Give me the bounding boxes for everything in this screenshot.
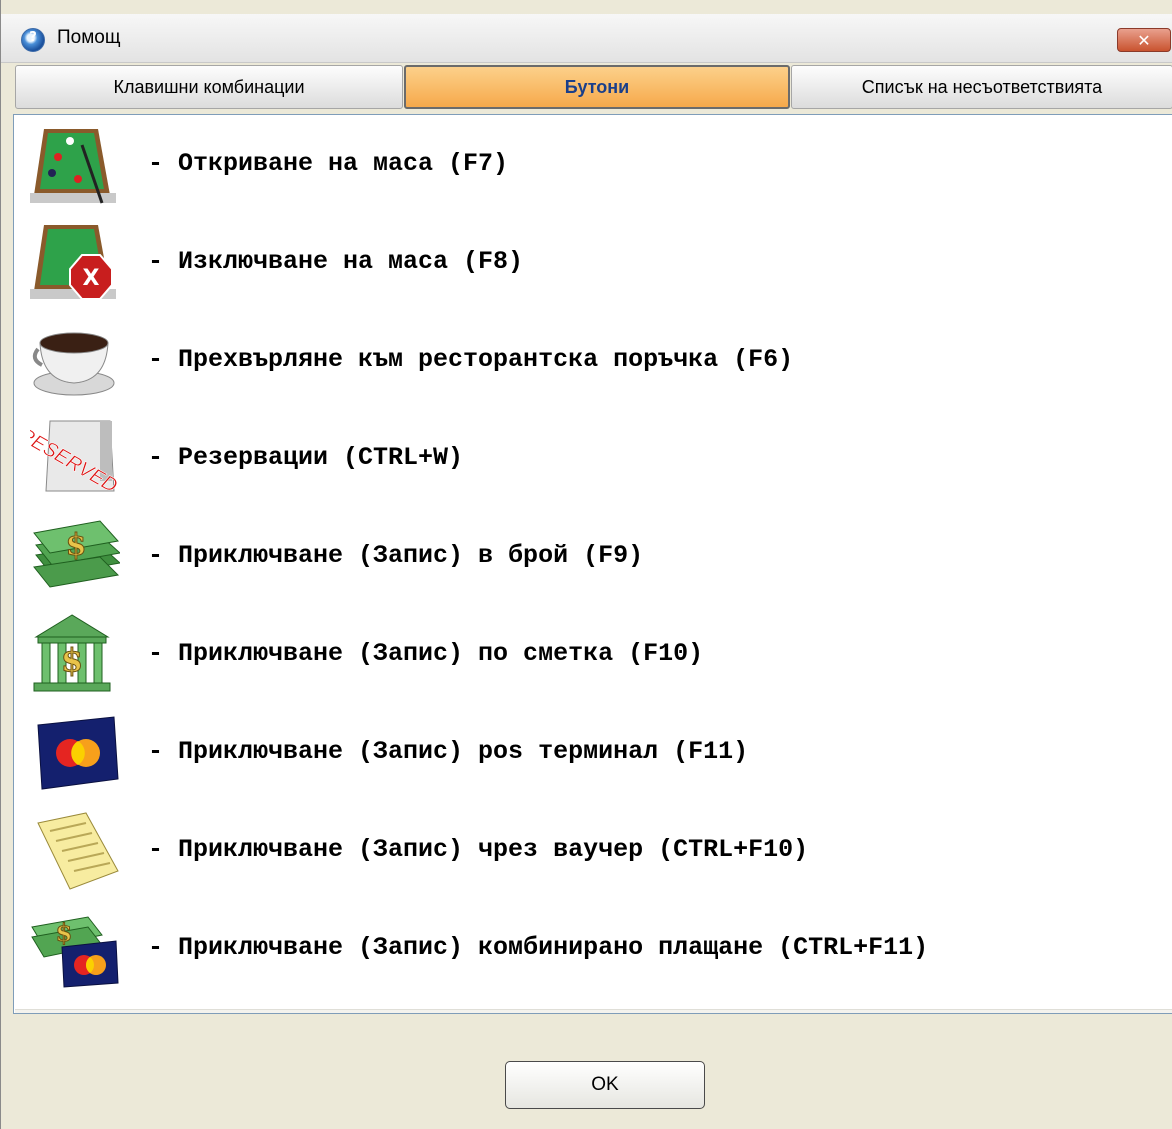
item-label: - Приключване (Запис) комбинирано плащан… — [148, 933, 929, 962]
ok-button[interactable]: OK — [505, 1061, 705, 1109]
item-label: - Прехвърляне към ресторантска поръчка (… — [148, 345, 794, 374]
list-item: $ - Приключване (Запис) по сметка (F10) — [26, 605, 1172, 703]
coffee-cup-icon — [32, 332, 115, 396]
cash-money-icon: $ — [33, 520, 120, 588]
list-item: - Откриване на маса (F7) — [26, 115, 1172, 213]
credit-card-icon — [37, 716, 119, 790]
voucher-icon — [37, 812, 119, 890]
tab-bar: Клавишни комбинации Бутони Списък на нес… — [1, 63, 1172, 111]
buttons-help-list: - Откриване на маса (F7) X - Изключване … — [13, 114, 1172, 1014]
help-icon: ? — [21, 28, 45, 52]
list-item: - Приключване (Запис) pos терминал (F11) — [26, 703, 1172, 801]
item-label: - Приключване (Запис) чрез ваучер (CTRL+… — [148, 835, 809, 864]
list-item: RESERVED - Резервации (CTRL+W) — [26, 409, 1172, 507]
billiard-table-icon — [30, 129, 116, 204]
svg-text:X: X — [83, 266, 100, 291]
bank-icon: $ — [33, 614, 111, 692]
item-label: - Резервации (CTRL+W) — [148, 443, 464, 472]
tab-buttons[interactable]: Бутони — [404, 65, 790, 109]
item-label: - Приключване (Запис) pos терминал (F11) — [148, 737, 749, 766]
combined-payment-icon: $ — [31, 916, 119, 988]
list-item: - Прехвърляне към ресторантска поръчка (… — [26, 311, 1172, 409]
billiard-table-close-icon: X — [30, 225, 116, 300]
close-button[interactable]: ✕ — [1117, 28, 1171, 52]
tab-key-combinations[interactable]: Клавишни комбинации — [15, 65, 403, 109]
window-title: Помощ — [57, 27, 121, 48]
help-window: ? Помощ ✕ Клавишни комбинации Бутони Спи… — [0, 0, 1172, 1129]
svg-text:$: $ — [56, 918, 73, 947]
footer: OK — [1, 1046, 1172, 1129]
title-bar: ? Помощ ✕ — [1, 14, 1172, 63]
svg-text:$: $ — [61, 641, 83, 679]
reserved-sign-icon: RESERVED — [30, 420, 120, 498]
list-item: - Приключване (Запис) чрез ваучер (CTRL+… — [26, 801, 1172, 899]
close-icon[interactable]: ✕ — [1118, 31, 1170, 50]
item-label: - Приключване (Запис) по сметка (F10) — [148, 639, 704, 668]
horizontal-scrollbar[interactable]: ◂ ▸ — [15, 1009, 1172, 1013]
list-item: X - Изключване на маса (F8) — [26, 213, 1172, 311]
tab-inconsistencies[interactable]: Списък на несъответствията — [791, 65, 1172, 109]
svg-text:$: $ — [66, 528, 87, 563]
list-item: $ - Приключване (Запис) комбинирано плащ… — [26, 899, 1172, 997]
item-label: - Откриване на маса (F7) — [148, 149, 509, 178]
list-item: $ - Приключване (Запис) в брой (F9) — [26, 507, 1172, 605]
item-label: - Приключване (Запис) в брой (F9) — [148, 541, 644, 570]
item-label: - Изключване на маса (F8) — [148, 247, 524, 276]
